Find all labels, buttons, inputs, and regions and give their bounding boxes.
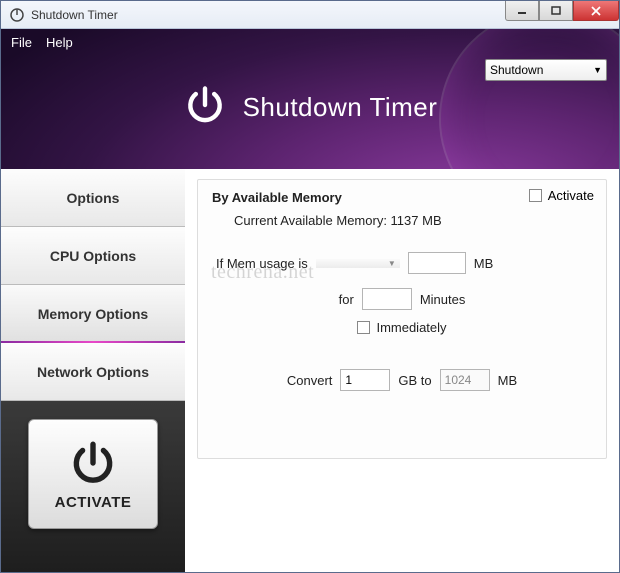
activate-button[interactable]: ACTIVATE <box>28 419 158 529</box>
activate-checkbox[interactable] <box>529 189 542 202</box>
mb-unit-label-2: MB <box>498 373 518 388</box>
maximize-button[interactable] <box>539 1 573 21</box>
sidebar-lower: ACTIVATE <box>1 401 185 572</box>
menubar: File Help <box>1 29 619 55</box>
immediately-checkbox[interactable] <box>357 321 370 334</box>
current-memory-label: Current Available Memory: 1137 MB <box>234 213 592 228</box>
chevron-down-icon: ▼ <box>593 65 602 75</box>
app-small-icon <box>9 7 25 23</box>
close-button[interactable] <box>573 1 619 21</box>
immediately-row: Immediately <box>212 320 592 335</box>
immediately-label: Immediately <box>376 320 446 335</box>
app-title-group: Shutdown Timer <box>1 83 619 132</box>
menu-file[interactable]: File <box>11 35 32 50</box>
mem-condition-row: If Mem usage is ▼ MB <box>216 252 592 274</box>
if-mem-label: If Mem usage is <box>216 256 308 271</box>
gb-to-label: GB to <box>398 373 431 388</box>
convert-label: Convert <box>287 373 333 388</box>
action-dropdown[interactable]: Shutdown ▼ <box>485 59 607 81</box>
mem-operator-dropdown[interactable]: ▼ <box>316 259 400 268</box>
power-icon <box>183 83 227 132</box>
minutes-label: Minutes <box>420 292 466 307</box>
convert-to-output <box>440 369 490 391</box>
window-controls <box>505 1 619 21</box>
tab-network-options[interactable]: Network Options <box>1 343 185 401</box>
duration-row: for Minutes <box>212 288 592 310</box>
for-label: for <box>339 292 354 307</box>
app-name-label: Shutdown Timer <box>243 92 438 123</box>
convert-from-input[interactable] <box>340 369 390 391</box>
activate-checkbox-group[interactable]: Activate <box>529 188 594 203</box>
power-icon <box>68 438 118 488</box>
menu-help[interactable]: Help <box>46 35 73 50</box>
mem-threshold-input[interactable] <box>408 252 466 274</box>
tab-options[interactable]: Options <box>1 169 185 227</box>
tab-options-label: Options <box>67 190 120 206</box>
minimize-button[interactable] <box>505 1 539 21</box>
header-banner: File Help Shutdown ▼ Shutdown Timer <box>1 29 619 169</box>
activate-checkbox-label: Activate <box>548 188 594 203</box>
tab-memory-label: Memory Options <box>38 306 148 322</box>
body-area: Options CPU Options Memory Options Netwo… <box>1 169 619 572</box>
content-area: By Available Memory Activate Current Ava… <box>185 169 619 572</box>
duration-input[interactable] <box>362 288 412 310</box>
mb-unit-label: MB <box>474 256 494 271</box>
app-window: Shutdown Timer File Help Shutdown ▼ Shut… <box>0 0 620 573</box>
sidebar: Options CPU Options Memory Options Netwo… <box>1 169 185 572</box>
tab-network-label: Network Options <box>37 364 149 380</box>
window-title: Shutdown Timer <box>31 8 118 22</box>
memory-panel: By Available Memory Activate Current Ava… <box>197 179 607 459</box>
activate-button-label: ACTIVATE <box>55 494 132 511</box>
convert-row: Convert GB to MB <box>212 369 592 391</box>
titlebar: Shutdown Timer <box>1 1 619 29</box>
action-dropdown-value: Shutdown <box>490 63 543 77</box>
tab-cpu-options[interactable]: CPU Options <box>1 227 185 285</box>
chevron-down-icon: ▼ <box>388 259 396 268</box>
tab-memory-options[interactable]: Memory Options <box>1 285 185 343</box>
tab-cpu-label: CPU Options <box>50 248 136 264</box>
